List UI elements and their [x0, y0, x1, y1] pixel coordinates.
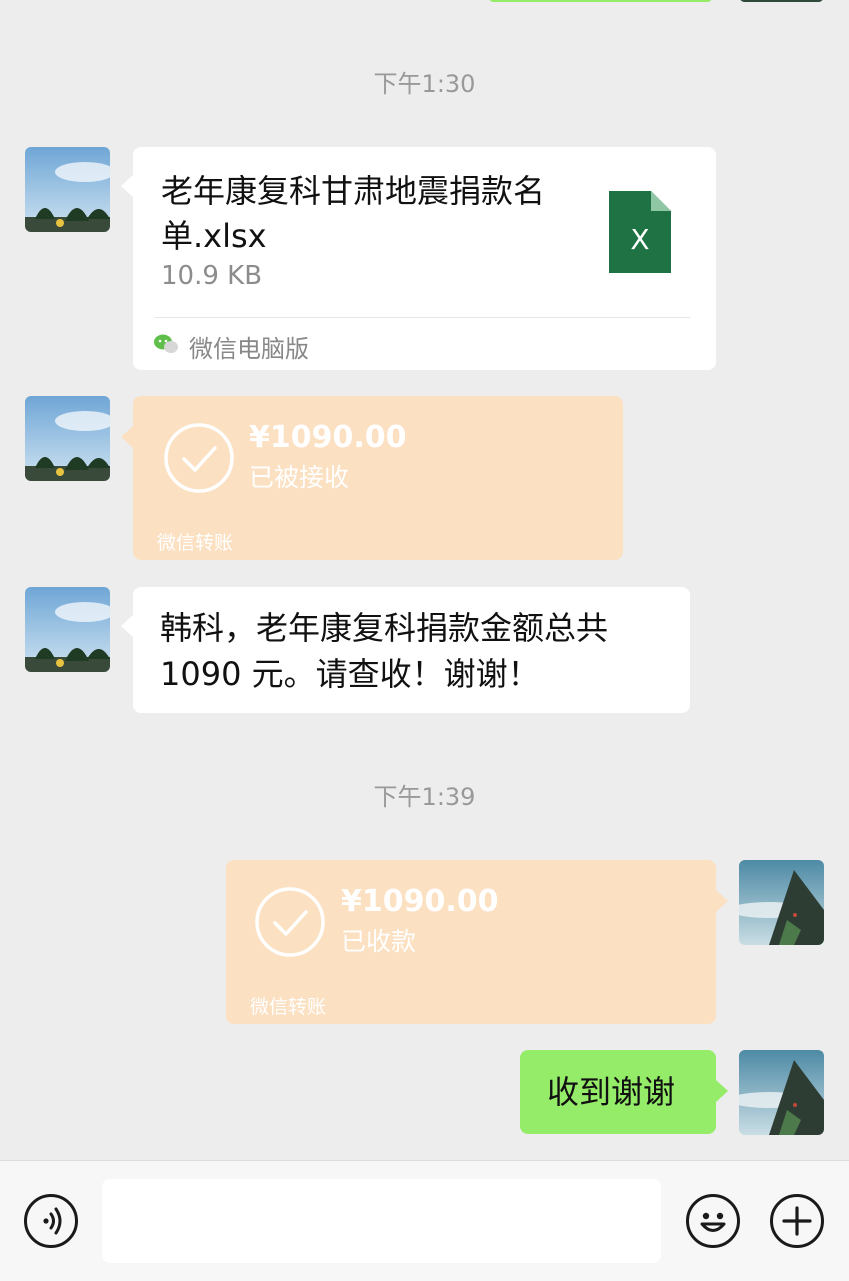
bubble-tail: [716, 1080, 728, 1102]
file-source-label: 微信电脑版: [189, 335, 309, 363]
divider: [155, 317, 690, 318]
excel-icon-letter: X: [630, 223, 650, 256]
file-name: 老年康复科甘肃地震捐款名单.xlsx: [161, 172, 546, 255]
self-avatar-previous[interactable]: [739, 0, 824, 2]
transfer-received-bubble[interactable]: ¥1090.00 已被接收 微信转账: [121, 396, 623, 560]
bubble-tail: [716, 890, 728, 912]
check-circle-icon: [163, 422, 235, 494]
transfer-status: 已被接收: [249, 463, 350, 492]
bubble-tail: [121, 615, 133, 637]
wechat-logo-icon: [153, 333, 179, 355]
self-avatar[interactable]: [739, 860, 824, 945]
message-text-line-2: 1090 元。请查收！谢谢！: [160, 655, 540, 693]
file-size: 10.9 KB: [161, 261, 263, 291]
check-circle-icon: [254, 886, 326, 958]
timestamp: 下午1:39: [373, 783, 476, 811]
voice-icon[interactable]: [24, 1194, 78, 1248]
timestamp: 下午1:30: [373, 70, 476, 98]
sent-message-bubble[interactable]: 收到谢谢: [520, 1050, 728, 1134]
excel-file-icon: X: [609, 191, 671, 273]
transfer-collected-bubble[interactable]: ¥1090.00 已收款 微信转账: [226, 860, 728, 1024]
sent-message-text: 收到谢谢: [547, 1073, 676, 1111]
previous-sent-bubble[interactable]: [488, 0, 713, 2]
bubble-tail: [121, 426, 133, 448]
text-message-bubble[interactable]: 韩科，老年康复科捐款金额总共 1090 元。请查收！谢谢！: [121, 587, 690, 713]
transfer-source-label: 微信转账: [250, 996, 327, 1018]
transfer-amount: ¥1090.00: [249, 420, 407, 455]
plus-icon[interactable]: [770, 1194, 824, 1248]
transfer-status: 已收款: [341, 927, 417, 956]
contact-avatar[interactable]: [25, 147, 110, 232]
contact-avatar[interactable]: [25, 396, 110, 481]
transfer-amount: ¥1090.00: [341, 884, 499, 919]
message-input[interactable]: [102, 1179, 661, 1263]
transfer-source-label: 微信转账: [157, 532, 234, 554]
contact-avatar[interactable]: [25, 587, 110, 672]
file-message-bubble[interactable]: 老年康复科甘肃地震捐款名单.xlsx 10.9 KB X 微信电脑版: [121, 147, 716, 370]
input-bar: [0, 1160, 849, 1281]
bubble-tail: [121, 175, 133, 197]
message-text-line-1: 韩科，老年康复科捐款金额总共: [160, 609, 609, 647]
emoji-icon[interactable]: [686, 1194, 740, 1248]
self-avatar[interactable]: [739, 1050, 824, 1135]
